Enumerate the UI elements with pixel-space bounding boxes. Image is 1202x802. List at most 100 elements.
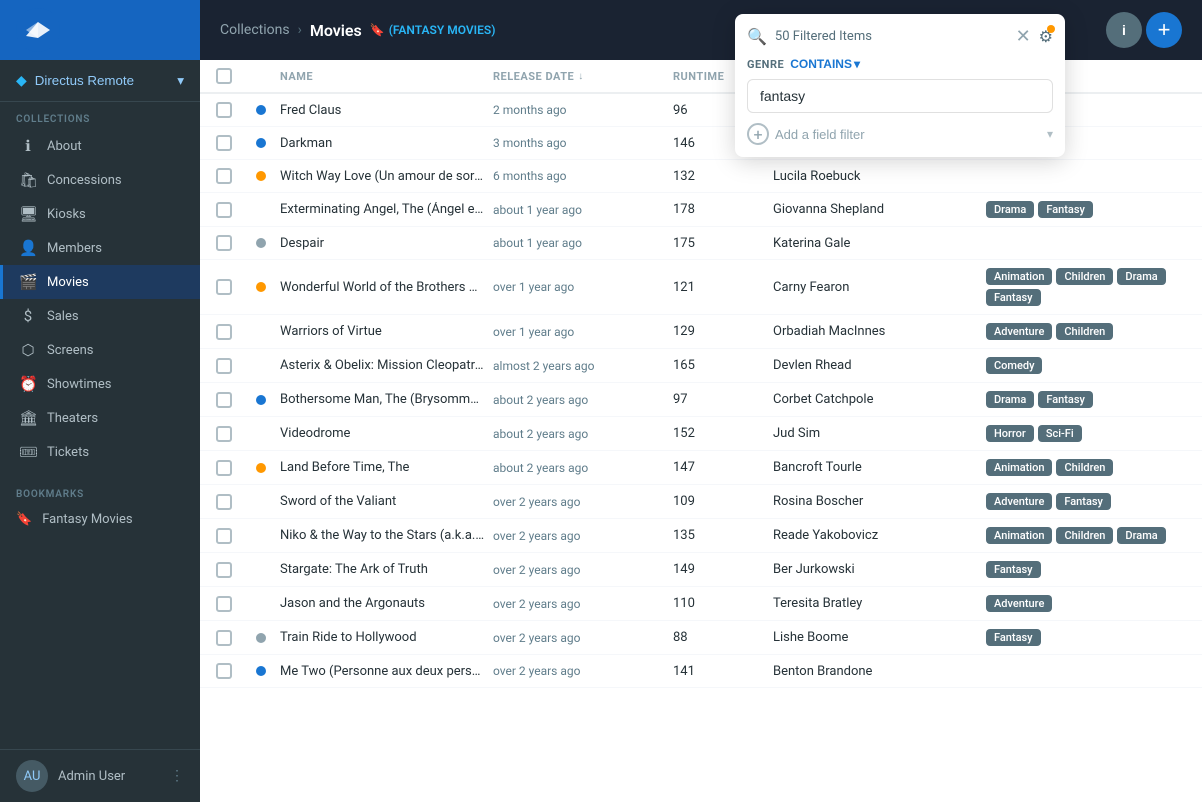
add-filter-select[interactable]: Add a field filter bbox=[775, 127, 1041, 142]
row-select-checkbox[interactable] bbox=[216, 324, 232, 340]
bookmark-badge[interactable]: 🔖 (FANTASY MOVIES) bbox=[370, 23, 496, 37]
bookmark-item-fantasy-movies[interactable]: 🔖 Fantasy Movies bbox=[0, 504, 200, 535]
row-checkbox[interactable] bbox=[216, 630, 256, 646]
row-checkbox[interactable] bbox=[216, 102, 256, 118]
row-select-checkbox[interactable] bbox=[216, 596, 232, 612]
add-filter-icon[interactable]: + bbox=[747, 123, 769, 145]
row-genres: DramaFantasy bbox=[986, 201, 1186, 218]
table-row[interactable]: Wonderful World of the Brothers Gr... ov… bbox=[200, 260, 1202, 315]
table-row[interactable]: Train Ride to Hollywood over 2 years ago… bbox=[200, 621, 1202, 655]
sidebar-item-members[interactable]: 👤 Members bbox=[0, 231, 200, 265]
row-select-checkbox[interactable] bbox=[216, 494, 232, 510]
sidebar-item-screens[interactable]: ⬡ Screens bbox=[0, 333, 200, 367]
table-row[interactable]: Witch Way Love (Un amour de sorc... 6 mo… bbox=[200, 160, 1202, 193]
row-select-checkbox[interactable] bbox=[216, 663, 232, 679]
filter-search-input[interactable] bbox=[747, 79, 1053, 113]
row-select-checkbox[interactable] bbox=[216, 102, 232, 118]
filter-options-button[interactable]: ⚙ bbox=[1039, 27, 1053, 47]
table-row[interactable]: Niko & the Way to the Stars (a.k.a. ... … bbox=[200, 519, 1202, 553]
row-select-checkbox[interactable] bbox=[216, 202, 232, 218]
table-row[interactable]: Despair about 1 year ago 175 Katerina Ga… bbox=[200, 227, 1202, 260]
row-select-checkbox[interactable] bbox=[216, 528, 232, 544]
theaters-icon: 🏛 bbox=[19, 409, 37, 427]
row-checkbox[interactable] bbox=[216, 494, 256, 510]
bookmarks-section-label: BOOKMARKS bbox=[0, 477, 200, 504]
row-select-checkbox[interactable] bbox=[216, 630, 232, 646]
row-director: Benton Brandone bbox=[773, 664, 986, 679]
row-checkbox[interactable] bbox=[216, 426, 256, 442]
row-genres: AdventureFantasy bbox=[986, 493, 1186, 510]
table-row[interactable]: Sword of the Valiant over 2 years ago 10… bbox=[200, 485, 1202, 519]
row-genres: Adventure bbox=[986, 595, 1186, 612]
sidebar-item-about[interactable]: ℹ About bbox=[0, 129, 200, 163]
sidebar-item-kiosks[interactable]: 🖥 Kiosks bbox=[0, 197, 200, 231]
row-select-checkbox[interactable] bbox=[216, 392, 232, 408]
sidebar-item-theaters[interactable]: 🏛 Theaters bbox=[0, 401, 200, 435]
info-button[interactable]: i bbox=[1106, 12, 1142, 48]
sidebar-item-showtimes[interactable]: ⏰ Showtimes bbox=[0, 367, 200, 401]
sidebar-item-label: Showtimes bbox=[47, 377, 111, 392]
row-checkbox[interactable] bbox=[216, 135, 256, 151]
col-name[interactable]: NAME bbox=[280, 68, 493, 84]
status-dot bbox=[256, 138, 266, 148]
table-row[interactable]: Land Before Time, The about 2 years ago … bbox=[200, 451, 1202, 485]
row-name: Fred Claus bbox=[280, 103, 493, 118]
genre-tag: Children bbox=[1056, 459, 1113, 476]
genre-tag: Animation bbox=[986, 268, 1052, 285]
sidebar-item-sales[interactable]: $ Sales bbox=[0, 299, 200, 333]
table-row[interactable]: Warriors of Virtue over 1 year ago 129 O… bbox=[200, 315, 1202, 349]
row-select-checkbox[interactable] bbox=[216, 168, 232, 184]
row-checkbox[interactable] bbox=[216, 324, 256, 340]
row-checkbox[interactable] bbox=[216, 460, 256, 476]
filter-contains-button[interactable]: CONTAINS ▾ bbox=[790, 57, 860, 71]
row-checkbox[interactable] bbox=[216, 168, 256, 184]
row-runtime: 152 bbox=[673, 426, 773, 441]
sidebar-item-tickets[interactable]: 🎟 Tickets bbox=[0, 435, 200, 469]
row-checkbox[interactable] bbox=[216, 235, 256, 251]
row-select-checkbox[interactable] bbox=[216, 426, 232, 442]
row-select-checkbox[interactable] bbox=[216, 279, 232, 295]
table-row[interactable]: Stargate: The Ark of Truth over 2 years … bbox=[200, 553, 1202, 587]
diamond-icon: ◆ bbox=[16, 72, 27, 89]
row-checkbox[interactable] bbox=[216, 202, 256, 218]
more-icon[interactable]: ⋮ bbox=[170, 768, 184, 784]
row-name: Wonderful World of the Brothers Gr... bbox=[280, 280, 493, 295]
filter-input-row[interactable] bbox=[747, 79, 1053, 113]
table-row[interactable]: Jason and the Argonauts over 2 years ago… bbox=[200, 587, 1202, 621]
main-content: Collections › Movies 🔖 (FANTASY MOVIES) … bbox=[200, 0, 1202, 802]
sidebar-item-concessions[interactable]: 🛍 Concessions bbox=[0, 163, 200, 197]
row-status bbox=[256, 171, 280, 181]
row-checkbox[interactable] bbox=[216, 528, 256, 544]
row-checkbox[interactable] bbox=[216, 663, 256, 679]
sidebar-item-movies[interactable]: 🎬 Movies bbox=[0, 265, 200, 299]
sidebar-user-button[interactable]: ◆ Directus Remote ▾ bbox=[16, 72, 184, 89]
row-checkbox[interactable] bbox=[216, 562, 256, 578]
table-row[interactable]: Asterix & Obelix: Mission Cleopatra... a… bbox=[200, 349, 1202, 383]
breadcrumb-collections[interactable]: Collections bbox=[220, 22, 290, 38]
row-select-checkbox[interactable] bbox=[216, 135, 232, 151]
row-select-checkbox[interactable] bbox=[216, 235, 232, 251]
table-row[interactable]: Exterminating Angel, The (Ángel ex... ab… bbox=[200, 193, 1202, 227]
row-runtime: 135 bbox=[673, 528, 773, 543]
sidebar-item-label: Members bbox=[47, 241, 102, 256]
row-select-checkbox[interactable] bbox=[216, 460, 232, 476]
sidebar-nav: ℹ About 🛍 Concessions 🖥 Kiosks 👤 Members… bbox=[0, 129, 200, 469]
row-select-checkbox[interactable] bbox=[216, 562, 232, 578]
row-checkbox[interactable] bbox=[216, 596, 256, 612]
genre-tag: Drama bbox=[1117, 527, 1165, 544]
table-row[interactable]: Bothersome Man, The (Brysomme ... about … bbox=[200, 383, 1202, 417]
add-button[interactable]: + bbox=[1146, 12, 1182, 48]
status-dot bbox=[256, 171, 266, 181]
row-checkbox[interactable] bbox=[216, 358, 256, 374]
table-row[interactable]: Videodrome about 2 years ago 152 Jud Sim… bbox=[200, 417, 1202, 451]
table-row[interactable]: Me Two (Personne aux deux perso... over … bbox=[200, 655, 1202, 688]
select-all-checkbox[interactable] bbox=[216, 68, 232, 84]
sidebar-user-section[interactable]: ◆ Directus Remote ▾ bbox=[0, 60, 200, 102]
filter-add-row: + Add a field filter ▾ bbox=[747, 123, 1053, 145]
col-release-date[interactable]: RELEASE DATE ↓ bbox=[493, 68, 673, 84]
row-checkbox[interactable] bbox=[216, 279, 256, 295]
row-select-checkbox[interactable] bbox=[216, 358, 232, 374]
filter-close-button[interactable]: ✕ bbox=[1016, 26, 1031, 47]
row-checkbox[interactable] bbox=[216, 392, 256, 408]
sidebar-item-label: Theaters bbox=[47, 411, 98, 426]
